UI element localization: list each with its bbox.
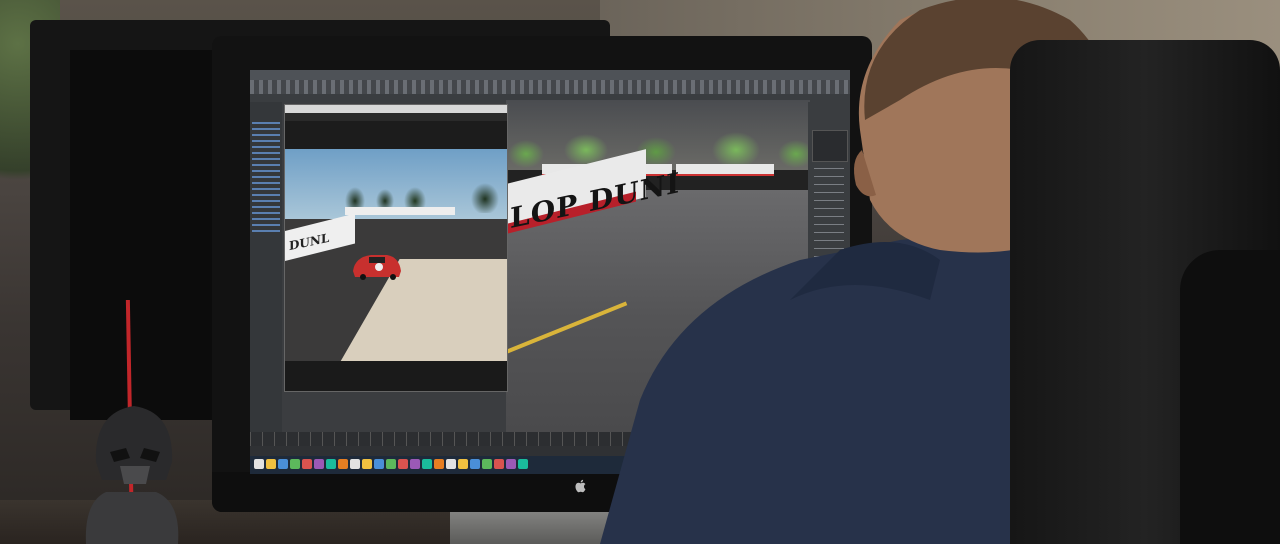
- app-icon[interactable]: [326, 459, 336, 469]
- app-icon[interactable]: [410, 459, 420, 469]
- office-chair-armrest: [1180, 250, 1280, 544]
- reference-race-car: [353, 255, 401, 280]
- reference-window-footer: [285, 361, 507, 391]
- helmet-figurine: [85, 406, 179, 544]
- app-icon[interactable]: [446, 459, 456, 469]
- apple-logo-icon: [575, 479, 586, 493]
- photo-scene: LOP DUNI DUNL: [0, 0, 1280, 544]
- app-icon[interactable]: [518, 459, 528, 469]
- app-icon[interactable]: [362, 459, 372, 469]
- app-icon[interactable]: [434, 459, 444, 469]
- folder-icon[interactable]: [266, 459, 276, 469]
- app-icon[interactable]: [374, 459, 384, 469]
- app-icon[interactable]: [482, 459, 492, 469]
- app-icon[interactable]: [470, 459, 480, 469]
- app-icon[interactable]: [338, 459, 348, 469]
- scene-explorer-list[interactable]: [252, 122, 280, 232]
- app-icon[interactable]: [422, 459, 432, 469]
- app-icon[interactable]: [458, 459, 468, 469]
- reference-window-titlebar[interactable]: [285, 105, 507, 113]
- app-icon[interactable]: [302, 459, 312, 469]
- start-icon[interactable]: [254, 459, 264, 469]
- browser-icon[interactable]: [278, 459, 288, 469]
- reference-image-window[interactable]: DUNL: [284, 104, 508, 392]
- app-icon[interactable]: [398, 459, 408, 469]
- reference-window-menu[interactable]: [285, 113, 507, 121]
- reference-banner: [345, 207, 455, 215]
- app-icon[interactable]: [314, 459, 324, 469]
- app-icon[interactable]: [386, 459, 396, 469]
- app-icon[interactable]: [506, 459, 516, 469]
- app-icon[interactable]: [494, 459, 504, 469]
- reference-photo: DUNL: [285, 149, 507, 361]
- app-icon[interactable]: [290, 459, 300, 469]
- scene-explorer-panel[interactable]: [250, 102, 282, 432]
- app-icon[interactable]: [350, 459, 360, 469]
